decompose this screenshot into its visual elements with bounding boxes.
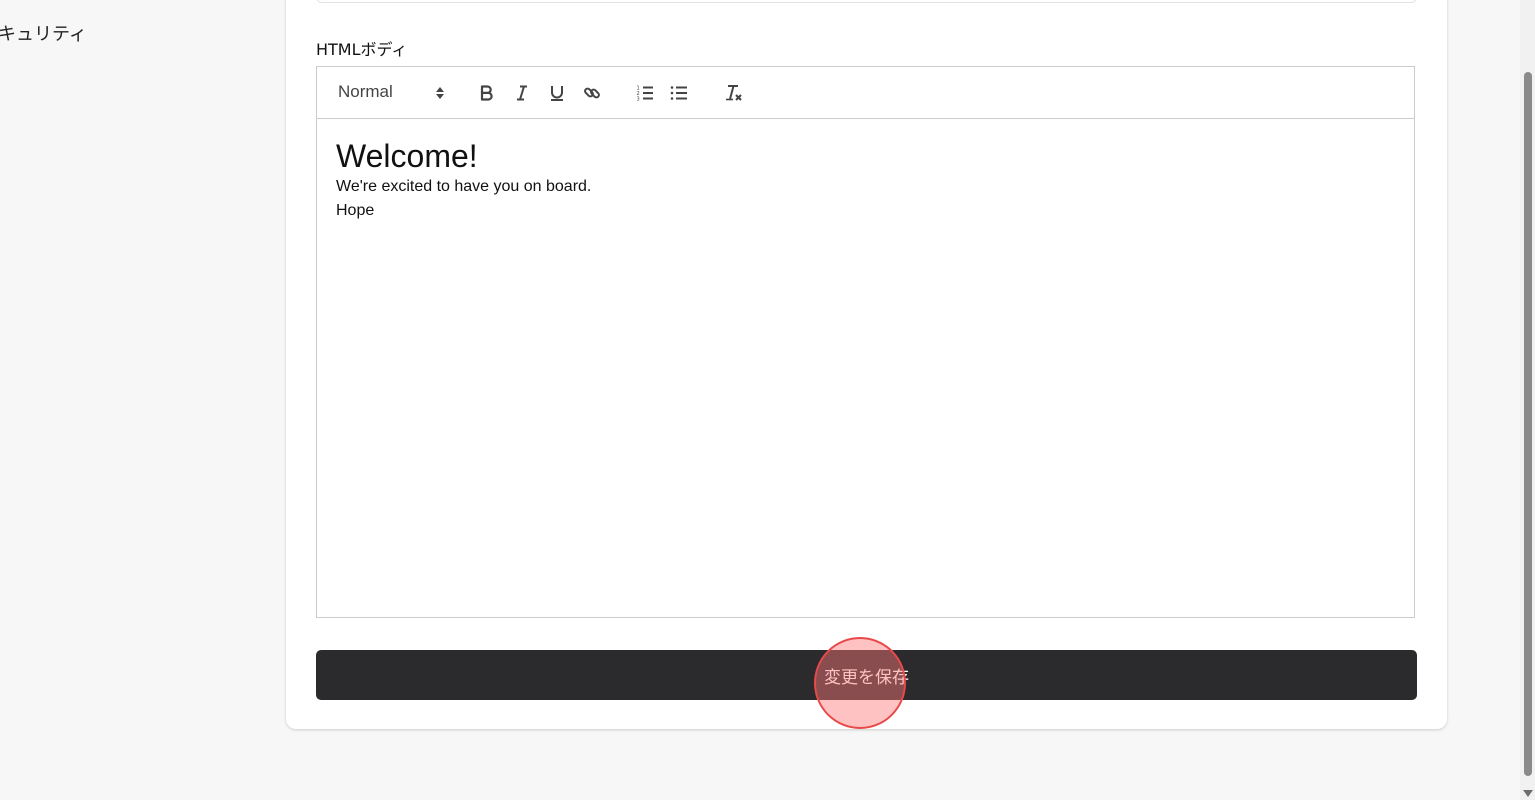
italic-button[interactable] <box>510 81 534 105</box>
html-body-editor: Normal 1 2 3 Welcome! We're excited to h… <box>316 66 1415 618</box>
link-icon <box>584 87 600 99</box>
settings-card: HTMLボディ Normal 1 2 3 Welcome! We're exci… <box>286 0 1447 729</box>
clear-format-icon <box>726 85 742 101</box>
ordered-list-icon: 1 2 3 <box>637 86 653 103</box>
previous-field-edge <box>316 0 1417 3</box>
html-body-label: HTMLボディ <box>316 40 408 59</box>
scrollbar-thumb[interactable] <box>1524 72 1532 776</box>
content-paragraph: We're excited to have you on board. <box>336 178 592 195</box>
editor-toolbar: Normal 1 2 3 <box>317 67 1414 119</box>
sidebar-item-security-label[interactable]: キュリティ <box>0 20 87 46</box>
underline-icon <box>551 86 563 101</box>
content-paragraph: Hope <box>336 202 375 219</box>
italic-icon <box>517 85 527 101</box>
clear-format-button[interactable] <box>722 81 746 105</box>
page-scrollbar[interactable] <box>1520 0 1535 800</box>
content-heading: Welcome! <box>336 138 478 174</box>
editor-content-area[interactable]: Welcome! We're excited to have you on bo… <box>317 119 1414 241</box>
scroll-down-arrow-icon[interactable] <box>1523 790 1533 797</box>
select-arrows-icon <box>436 87 444 99</box>
ordered-list-button[interactable]: 1 2 3 <box>633 81 657 105</box>
bold-button[interactable] <box>475 81 499 105</box>
format-select[interactable]: Normal <box>337 81 445 105</box>
bold-icon <box>480 85 493 101</box>
svg-text:3: 3 <box>637 97 640 103</box>
format-select-value: Normal <box>338 82 393 101</box>
bullet-list-icon <box>670 86 687 100</box>
underline-button[interactable] <box>545 81 569 105</box>
save-changes-button[interactable]: 変更を保存 <box>316 650 1417 700</box>
link-button[interactable] <box>580 81 604 105</box>
bullet-list-button[interactable] <box>667 81 691 105</box>
